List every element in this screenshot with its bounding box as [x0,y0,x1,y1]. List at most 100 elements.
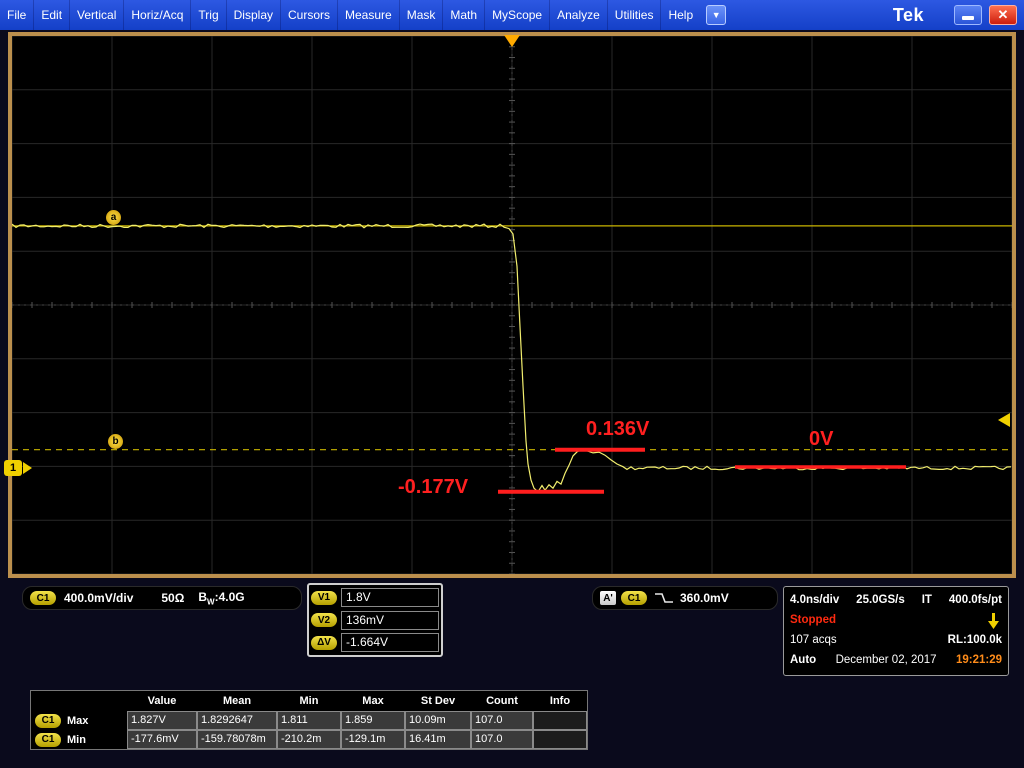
channel-scale: 400.0mV/div [64,591,134,605]
menu-myscope[interactable]: MyScope [485,0,551,30]
menu-display[interactable]: Display [227,0,281,30]
trigger-level-arrow-icon[interactable] [998,413,1010,427]
header-count: Count [486,695,518,707]
menu-file[interactable]: File [0,0,35,30]
down-arrow-icon [988,613,999,629]
channel-termination: 50Ω [161,591,185,605]
cursor-row-v2: V2 136mV [311,610,439,631]
menu-utilities[interactable]: Utilities [608,0,662,30]
scope-display-frame: 1 a b 0.136V -0.177V 0V [4,32,1016,578]
header-info: Info [549,695,571,707]
cell-min: -210.2m [277,730,341,749]
channel1-badge: C1 [35,732,61,747]
menu-mask[interactable]: Mask [400,0,444,30]
acquisition-status: Stopped [790,614,836,626]
acq-row: 107 acqs RL:100.0k [790,630,1002,650]
menu-measure[interactable]: Measure [338,0,400,30]
cell-info [533,711,587,730]
menu-vertical[interactable]: Vertical [70,0,125,30]
cursor-b-handle[interactable]: b [108,434,123,449]
cell-count: 107.0 [471,730,533,749]
cursor-a-handle[interactable]: a [106,210,121,225]
annotation-undershoot: -0.177V [398,476,469,498]
minimize-icon [962,16,974,20]
trigger-mode: Auto [790,654,817,666]
delta-v-value: -1.664V [341,633,439,652]
cell-value: -177.6mV [127,730,197,749]
header-value: Value [147,695,177,707]
row-label: C1 Max [31,711,127,730]
measurement-table: Value Mean Min Max St Dev Count Info C1 … [30,690,588,750]
menu-analyze[interactable]: Analyze [550,0,608,30]
acq-count: 107 acqs [790,634,837,646]
menu-trig[interactable]: Trig [191,0,227,30]
header-max: Max [362,695,384,707]
v1-badge: V1 [311,590,337,605]
status-row: Stopped [790,610,1002,630]
cell-mean: -159.78078m [197,730,277,749]
cell-max: 1.859 [341,711,405,730]
menu-help[interactable]: Help [661,0,700,30]
measurement-row-max: C1 Max 1.827V 1.8292647 1.811 1.859 10.0… [31,711,587,730]
time-value: 19:21:29 [955,654,1002,666]
cursor-row-dv: ΔV -1.664V [311,632,439,653]
trigger-position-marker[interactable] [504,35,520,47]
sampling-mode: IT [921,594,932,606]
annotation-settle: 0V [809,428,834,450]
channel1-ground-label: 1 [4,460,22,476]
v2-value: 136mV [341,610,439,630]
cell-mean: 1.8292647 [197,711,277,730]
header-mean: Mean [222,695,252,707]
v2-badge: V2 [311,613,337,627]
header-blank [31,691,127,711]
menu-edit[interactable]: Edit [34,0,71,30]
channel-readout-panel[interactable]: C1 400.0mV/div 50Ω BW:4.0G [22,586,302,610]
graticule: 1 a b 0.136V -0.177V 0V [4,35,1012,574]
cell-info [533,730,587,749]
cell-count: 107.0 [471,711,533,730]
menu-horiz-acq[interactable]: Horiz/Acq [124,0,192,30]
chevron-down-icon[interactable]: ▼ [706,5,727,25]
trigger-source-badge: A' [600,591,616,605]
date-value: December 02, 2017 [835,654,937,666]
measurement-row-min: C1 Min -177.6mV -159.78078m -210.2m -129… [31,730,587,749]
right-arrow-icon [23,462,32,474]
cell-max: -129.1m [341,730,405,749]
channel1-badge: C1 [35,713,61,728]
cursor-readout-panel[interactable]: V1 1.8V V2 136mV ΔV -1.664V [307,583,443,657]
falling-edge-icon [655,593,673,603]
timebase-value: 4.0ns/div [790,594,840,606]
channel1-ground-marker[interactable]: 1 [4,460,32,476]
menu-cursors[interactable]: Cursors [281,0,339,30]
timebase-row: 4.0ns/div 25.0GS/s IT 400.0fs/pt [790,590,1002,610]
header-min: Min [299,695,319,707]
header-stdev: St Dev [420,695,456,707]
annotation-overshoot: 0.136V [586,418,650,440]
measurement-header-row: Value Mean Min Max St Dev Count Info [31,691,587,711]
record-length: RL:100.0k [947,634,1002,646]
row-label: C1 Min [31,730,127,749]
trigger-readout-panel[interactable]: A' C1 360.0mV [592,586,778,610]
close-button[interactable]: ✕ [989,5,1017,25]
trigger-channel-badge: C1 [621,591,647,605]
measurement-name: Min [67,733,86,746]
graticule-svg [12,36,1012,574]
datetime-row: Auto December 02, 2017 19:21:29 [790,650,1002,670]
trigger-level-value: 360.0mV [680,591,729,605]
channel-bandwidth: BW:4.0G [198,589,245,607]
cell-stdev: 16.41m [405,730,471,749]
oscilloscope-app: File Edit Vertical Horiz/Acq Trig Displa… [0,0,1024,768]
sample-rate-value: 25.0GS/s [856,594,905,606]
measurement-name: Max [67,714,89,727]
horizontal-readout-panel[interactable]: 4.0ns/div 25.0GS/s IT 400.0fs/pt Stopped… [783,586,1009,676]
cursor-row-v1: V1 1.8V [311,587,439,608]
cell-stdev: 10.09m [405,711,471,730]
minimize-button[interactable] [954,5,982,25]
tek-logo: Tek [892,4,924,25]
delta-v-badge: ΔV [311,635,337,650]
resolution-value: 400.0fs/pt [948,594,1002,606]
menu-bar: File Edit Vertical Horiz/Acq Trig Displa… [0,0,1024,30]
menu-math[interactable]: Math [443,0,486,30]
channel1-badge: C1 [30,591,56,605]
cell-value: 1.827V [127,711,197,730]
